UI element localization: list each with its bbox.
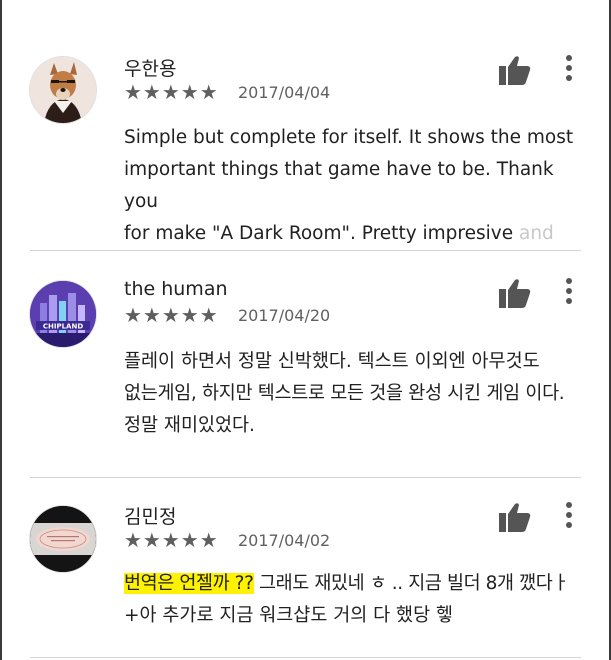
thumbs-up-icon[interactable] xyxy=(499,55,531,85)
review-text-line: +아 추가로 지금 워크샵도 거의 다 했당 헿 xyxy=(124,605,453,626)
dog-avatar-icon xyxy=(30,57,96,123)
review-author: 우한용 xyxy=(124,58,177,80)
review-text-line: 없는게임, 하지만 텍스트로 모든 것을 완성 시킨 게임 이다. xyxy=(124,383,565,404)
star-rating: ★★★★★ xyxy=(124,303,219,327)
user-avatar[interactable]: CHIPLAND xyxy=(30,281,96,347)
review-text-fragment: 그래도 재밌네 ㅎ .. 지금 빌더 8개 깼다ㅏ xyxy=(253,573,570,594)
review-date: 2017/04/20 xyxy=(238,306,331,325)
highlighted-text: 번역은 언젤까 ?? xyxy=(124,573,254,594)
review-author: 김민정 xyxy=(124,506,177,528)
more-vert-icon[interactable] xyxy=(564,278,574,306)
review-text-line: 정말 재미있었다. xyxy=(124,415,255,436)
review-divider xyxy=(30,477,581,478)
review-text: Simple but complete for itself. It shows… xyxy=(124,122,579,250)
review-text: 번역은 언젤까 ?? 그래도 재밌네 ㅎ .. 지금 빌더 8개 깼다ㅏ +아 … xyxy=(124,568,594,632)
review-divider xyxy=(30,657,581,658)
more-vert-icon[interactable] xyxy=(564,502,574,530)
review-text-fragment: for make "A Dark Room". Pretty impresive xyxy=(124,223,519,244)
review-date: 2017/04/04 xyxy=(238,83,331,102)
review-date: 2017/04/02 xyxy=(238,531,331,550)
review-divider xyxy=(30,250,581,251)
star-rating: ★★★★★ xyxy=(124,80,219,104)
avatar-label: CHIPLAND xyxy=(43,323,83,331)
city-avatar-icon: CHIPLAND xyxy=(30,281,96,347)
review-text: 플레이 하면서 정말 신박했다. 텍스트 이외엔 아무것도 없는게임, 하지만 … xyxy=(124,346,584,442)
review-text-line: 플레이 하면서 정말 신박했다. 텍스트 이외엔 아무것도 xyxy=(124,351,540,372)
window-border-left xyxy=(0,0,2,660)
star-rating: ★★★★★ xyxy=(124,528,219,552)
thumbs-up-icon[interactable] xyxy=(499,502,531,532)
thumbs-up-icon[interactable] xyxy=(499,278,531,308)
review-text-line: for make "A Dark Room". Pretty impresive… xyxy=(124,218,579,250)
truncated-text: and xyxy=(519,223,554,244)
user-avatar[interactable] xyxy=(30,506,96,572)
review-author: the human xyxy=(124,278,228,300)
review-text-line: Simple but complete for itself. It shows… xyxy=(124,127,574,148)
user-avatar[interactable] xyxy=(30,57,96,123)
review-text-line: important things that game have to be. T… xyxy=(124,159,554,212)
card-avatar-icon xyxy=(30,506,96,572)
review-text-line: 번역은 언젤까 ?? 그래도 재밌네 ㅎ .. 지금 빌더 8개 깼다ㅏ xyxy=(124,568,594,600)
more-vert-icon[interactable] xyxy=(564,55,574,83)
